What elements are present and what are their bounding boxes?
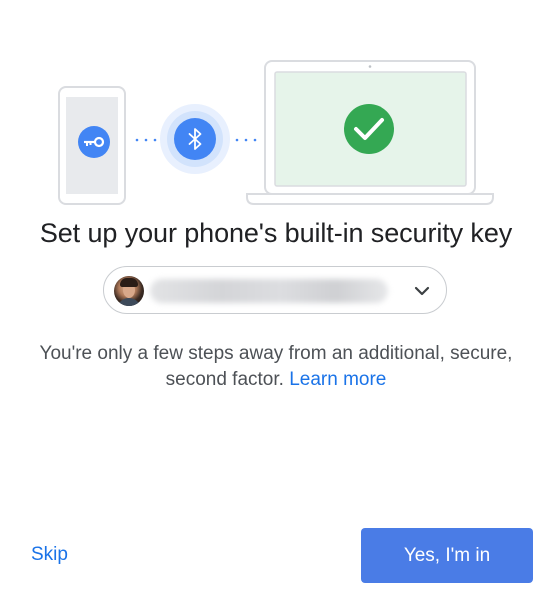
bluetooth-icon [160, 104, 230, 174]
subtitle-text: You're only a few steps away from an add… [39, 343, 513, 390]
key-icon [78, 126, 110, 158]
page-title: Set up your phone's built-in security ke… [39, 218, 513, 248]
account-email [150, 279, 388, 303]
yes-im-in-button[interactable]: Yes, I'm in [361, 528, 533, 583]
account-selector[interactable] [103, 266, 447, 314]
skip-button[interactable]: Skip [31, 542, 68, 568]
learn-more-link[interactable]: Learn more [289, 369, 386, 390]
security-key-setup-page: Set up your phone's built-in security ke… [0, 0, 552, 596]
illustration [58, 60, 494, 205]
subtitle: You're only a few steps away from an add… [20, 341, 532, 393]
chevron-down-icon[interactable] [412, 281, 432, 301]
avatar [114, 276, 144, 306]
check-icon [344, 104, 394, 154]
